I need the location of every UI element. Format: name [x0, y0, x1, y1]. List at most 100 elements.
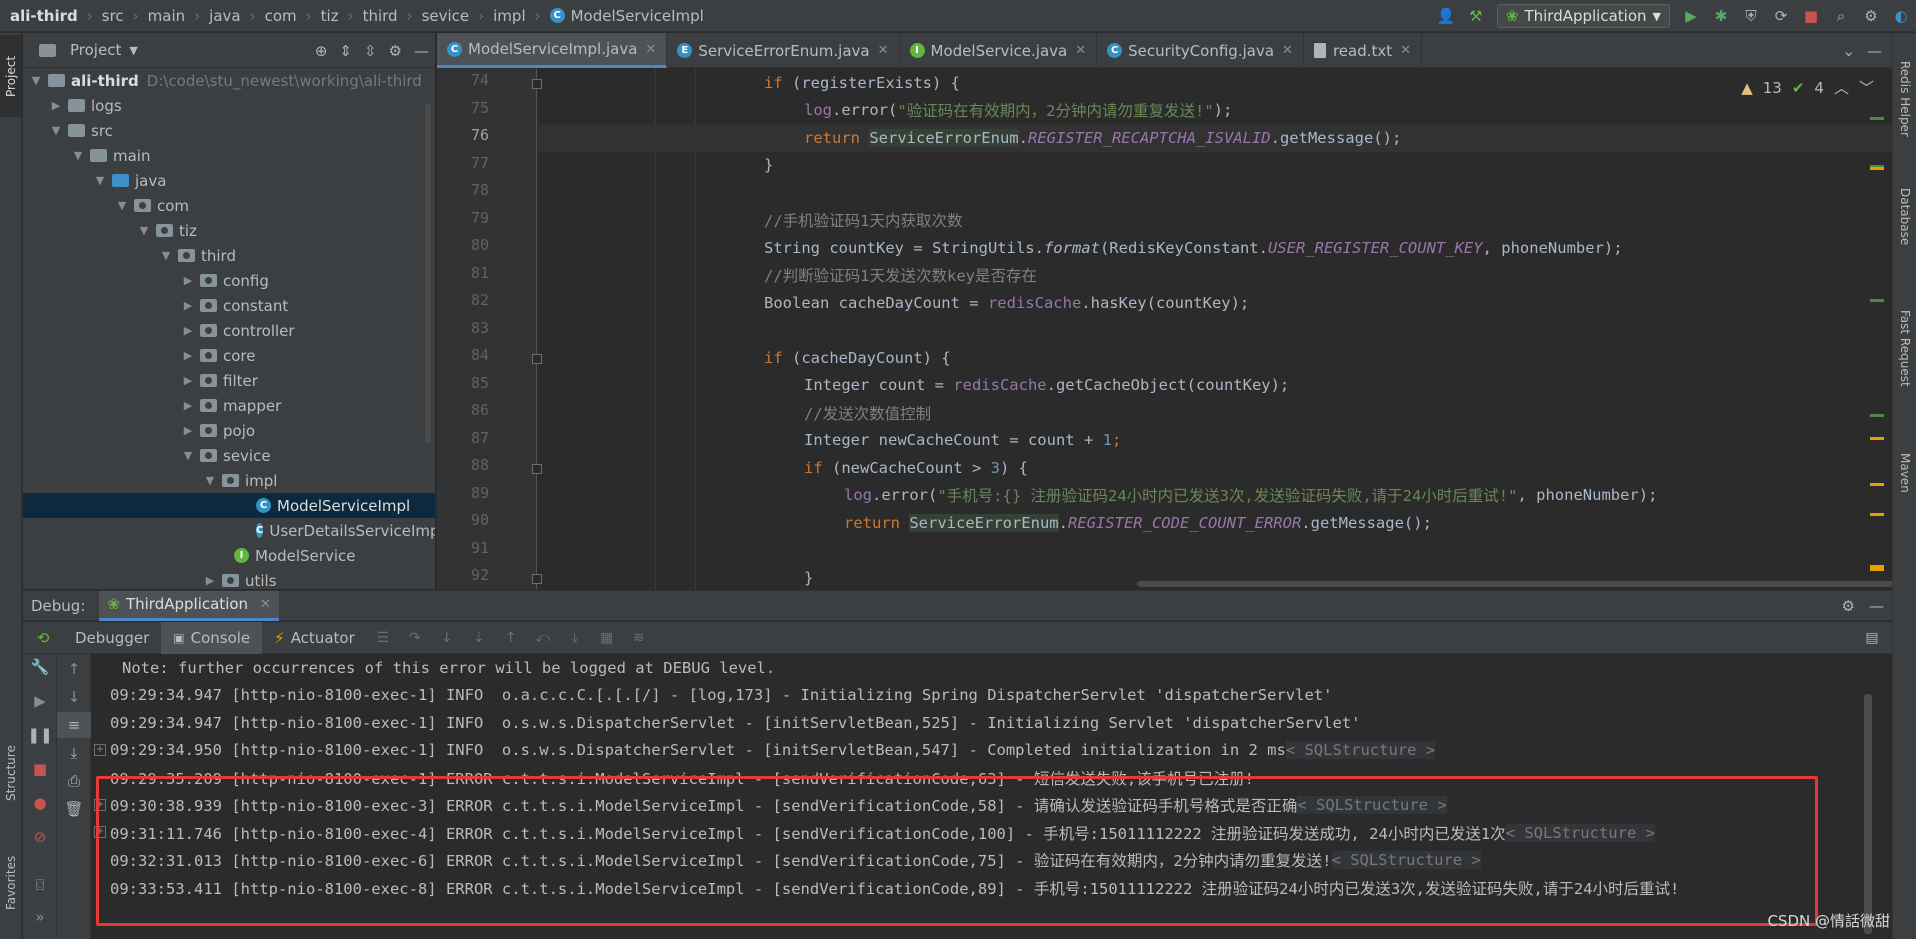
gear-icon[interactable]: ⚙ [1856, 0, 1886, 32]
resume-icon[interactable]: ▶ [23, 688, 57, 714]
run-icon[interactable]: ▶ [1676, 0, 1706, 32]
chevron-down-icon[interactable]: ▼ [203, 474, 217, 487]
chevron-right-icon[interactable]: ▶ [181, 424, 195, 437]
error-stripe-marker[interactable] [1870, 483, 1884, 486]
chevron-right-icon[interactable]: ▶ [181, 274, 195, 287]
error-stripe-marker[interactable] [1870, 565, 1884, 571]
sql-structure-hint[interactable]: < SQLStructure > [1505, 823, 1655, 842]
drop-frame-icon[interactable]: ⤺ [527, 622, 559, 654]
view-breakpoints-icon[interactable]: ● [23, 790, 57, 816]
tree-node-logs[interactable]: ▶ logs [23, 93, 435, 118]
error-stripe-marker[interactable] [1870, 437, 1884, 440]
breadcrumb-tiz[interactable]: tiz [321, 7, 339, 25]
debug-session-tab[interactable]: ❀ ThirdApplication ✕ [99, 590, 279, 621]
down-arrow-icon[interactable]: ↓ [57, 684, 91, 710]
tab-modelserviceimpl[interactable]: C ModelServiceImpl.java ✕ [437, 33, 668, 68]
layout-icon[interactable]: ▤ [1856, 622, 1888, 654]
force-step-into-icon[interactable]: ⇣ [463, 622, 495, 654]
locate-target-icon[interactable]: ⊕ [315, 42, 328, 60]
collapse-all-icon[interactable]: ⇳ [364, 42, 377, 60]
up-arrow-icon[interactable]: ↑ [57, 656, 91, 682]
tree-node-config[interactable]: ▶ config [23, 268, 435, 293]
trace-icon[interactable]: ≋ [623, 622, 655, 654]
chevron-down-icon[interactable]: ▼ [93, 174, 107, 187]
breadcrumb-com[interactable]: com [265, 7, 297, 25]
chevron-right-icon[interactable]: ▶ [49, 99, 63, 112]
tab-actuator[interactable]: ⚡ Actuator [262, 622, 367, 654]
breadcrumb-main[interactable]: main [148, 7, 185, 25]
close-icon[interactable]: ✕ [1075, 43, 1086, 58]
tree-node-utils[interactable]: ▶ utils [23, 568, 435, 590]
inspection-widget[interactable]: ▲ 13 ✔ 4 ︿ ﹀ [1741, 77, 1874, 98]
editor-horizontal-scrollbar[interactable] [1137, 581, 1892, 587]
pause-icon[interactable]: ❚❚ [23, 722, 57, 748]
camera-icon[interactable]: ⌼ [23, 872, 57, 898]
tab-serviceerrorenum[interactable]: E ServiceErrorEnum.java ✕ [667, 33, 900, 68]
chevron-down-icon[interactable]: ▼ [29, 74, 43, 87]
tree-node-filter[interactable]: ▶ filter [23, 368, 435, 393]
tree-node-java[interactable]: ▼ java [23, 168, 435, 193]
tab-modelservice[interactable]: I ModelService.java ✕ [900, 33, 1098, 68]
tree-node-core[interactable]: ▶ core [23, 343, 435, 368]
redis-helper-tab[interactable]: Redis Helper [1893, 39, 1916, 159]
database-tab[interactable]: Database [1893, 171, 1916, 263]
tree-node-tiz[interactable]: ▼ tiz [23, 218, 435, 243]
close-icon[interactable]: ✕ [878, 43, 889, 58]
menu-icon[interactable]: ☰ [367, 622, 399, 654]
tree-node-main[interactable]: ▼ main [23, 143, 435, 168]
close-icon[interactable]: ✕ [1282, 43, 1293, 58]
tree-node-third[interactable]: ▼ third [23, 243, 435, 268]
build-hammer-icon[interactable]: ⚒ [1461, 0, 1491, 32]
wrench-icon[interactable]: 🔧 [23, 654, 57, 680]
tree-node-modelservice[interactable]: I ModelService [23, 543, 435, 568]
tree-node-controller[interactable]: ▶ controller [23, 318, 435, 343]
code-editor[interactable]: 74 75 76 77 78 79 80 81 82 83 84 85 86 8… [437, 69, 1892, 589]
stop-icon[interactable]: ■ [23, 756, 57, 782]
tabs-menu-icon[interactable]: ⌄ [1842, 42, 1855, 60]
chevron-down-icon[interactable]: ▼ [181, 449, 195, 462]
tree-node-com[interactable]: ▼ com [23, 193, 435, 218]
chevron-down-icon[interactable]: ▼ [71, 149, 85, 162]
project-scrollbar[interactable] [425, 103, 431, 443]
project-panel-title[interactable]: Project [70, 41, 121, 59]
favorites-tool-tab[interactable]: Favorites [0, 843, 22, 923]
breadcrumb-project[interactable]: ali-third [10, 7, 78, 25]
sql-structure-hint[interactable]: < SQLStructure > [1297, 796, 1447, 815]
chevron-down-icon[interactable]: ▼ [159, 249, 173, 262]
chevron-right-icon[interactable]: ▶ [181, 399, 195, 412]
trash-icon[interactable]: 🗑 [57, 796, 91, 822]
minimize-icon[interactable]: — [1867, 42, 1882, 60]
tree-node-mapper[interactable]: ▶ mapper [23, 393, 435, 418]
error-stripe-marker[interactable] [1870, 513, 1884, 516]
close-icon[interactable]: ✕ [260, 597, 271, 612]
breadcrumb-java[interactable]: java [209, 7, 240, 25]
breadcrumb-impl[interactable]: impl [493, 7, 525, 25]
maven-tab[interactable]: Maven [1893, 433, 1916, 513]
tree-node-src[interactable]: ▼ src [23, 118, 435, 143]
gear-icon[interactable]: ⚙ [1842, 597, 1855, 615]
tab-read-txt[interactable]: read.txt ✕ [1304, 33, 1423, 68]
plugin-icon[interactable]: ◐ [1886, 0, 1916, 32]
stop-icon[interactable]: ■ [1796, 0, 1826, 32]
user-icon[interactable]: 👤 [1431, 0, 1461, 32]
tab-debugger[interactable]: Debugger [63, 622, 161, 654]
sql-structure-hint[interactable]: < SQLStructure > [1331, 851, 1481, 870]
tree-node-constant[interactable]: ▶ constant [23, 293, 435, 318]
expand-all-icon[interactable]: ⇕ [339, 42, 352, 60]
tree-node-userdetailsserviceimpl[interactable]: C UserDetailsServiceImpl [23, 518, 435, 543]
step-over-icon[interactable]: ↷ [399, 622, 431, 654]
chevron-down-icon[interactable]: ▼ [49, 124, 63, 137]
expand-fold-icon[interactable]: + [94, 744, 106, 756]
breadcrumb-third[interactable]: third [363, 7, 398, 25]
console-scrollbar[interactable] [1864, 694, 1872, 934]
tree-node-sevice[interactable]: ▼ sevice [23, 443, 435, 468]
more-icon[interactable]: » [23, 904, 57, 930]
minimize-icon[interactable]: — [1869, 597, 1884, 615]
close-icon[interactable]: ✕ [645, 42, 656, 57]
chevron-right-icon[interactable]: ▶ [181, 349, 195, 362]
debug-bug-icon[interactable]: ✱ [1706, 0, 1736, 32]
tab-securityconfig[interactable]: C SecurityConfig.java ✕ [1097, 33, 1304, 68]
chevron-up-icon[interactable]: ︿ [1834, 77, 1849, 98]
search-icon[interactable]: ⌕ [1826, 0, 1856, 32]
tree-node-modelserviceimpl[interactable]: C ModelServiceImpl [23, 493, 435, 518]
